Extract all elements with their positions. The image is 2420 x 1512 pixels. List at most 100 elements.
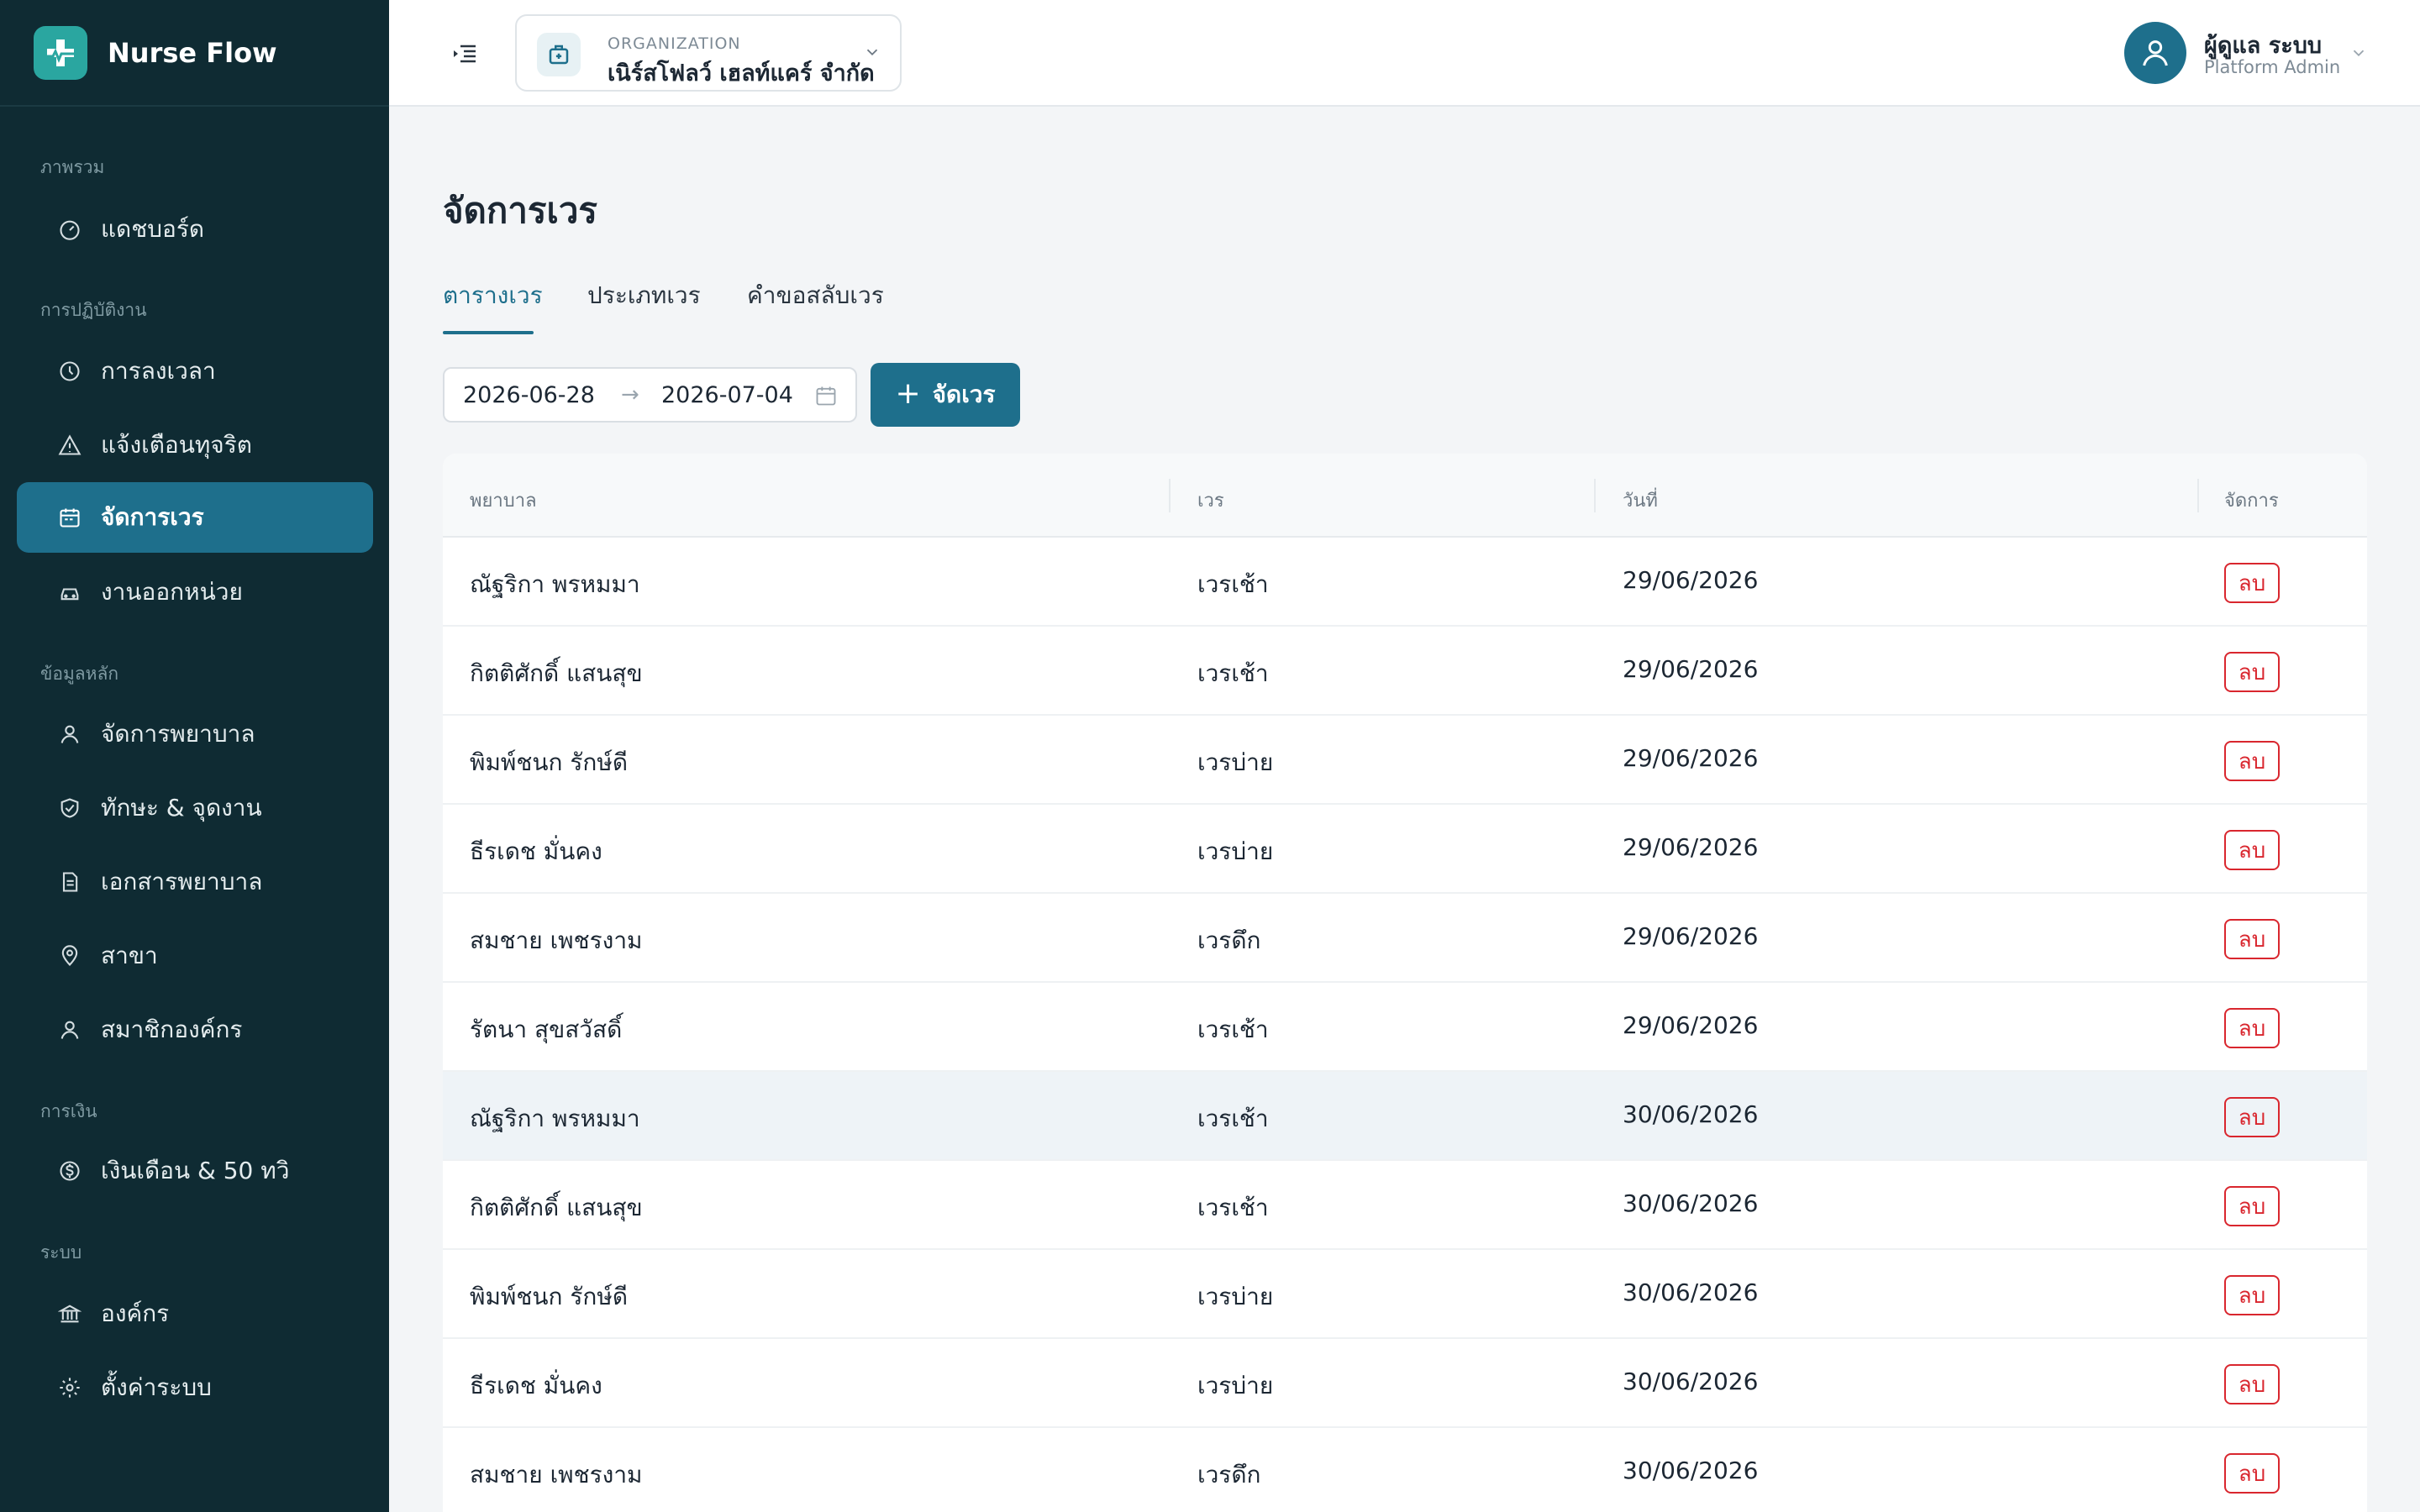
sidebar-item-label: สาขา [101,942,158,969]
date-cell: 29/06/2026 [1623,744,1759,772]
table-row[interactable]: ณัฐริกา พรหมมา เวรเช้า 29/06/2026 ลบ [443,538,2367,627]
shift-cell: เวรเช้า [1197,1016,1269,1043]
avatar[interactable] [2124,22,2186,84]
user-icon [2143,40,2168,66]
date-start-input[interactable]: 2026-06-28 [463,382,595,408]
calendar-icon [57,505,82,530]
sidebar-item-branches[interactable]: สาขา [17,921,373,991]
shift-cell: เวรดึก [1197,1461,1261,1488]
shift-cell: เวรเช้า [1197,659,1269,687]
sidebar-item-nurse-management[interactable]: จัดการพยาบาล [17,699,373,769]
tab-label: ประเภทเวร [587,281,701,309]
map-pin-icon [57,943,82,969]
sidebar-item-field-work[interactable]: งานออกหน่วย [17,557,373,627]
car-icon [57,580,82,605]
table-row[interactable]: ณัฐริกา พรหมมา เวรเช้า 30/06/2026 ลบ [443,1072,2367,1161]
shift-cell: เวรเช้า [1197,1194,1269,1221]
delete-button[interactable]: ลบ [2224,741,2280,781]
sidebar-item-label: ทักษะ & จุดงาน [101,794,262,822]
organization-switcher[interactable]: ORGANIZATION เนิร์สโฟลว์ เฮลท์แคร์ จำกัด [515,14,902,92]
tab-shift-types[interactable]: ประเภทเวร [587,277,701,336]
table-row[interactable]: กิตติศักดิ์ แสนสุข เวรเช้า 30/06/2026 ลบ [443,1161,2367,1250]
date-cell: 30/06/2026 [1623,1368,1759,1395]
column-header-shift[interactable]: เวร [1197,486,1224,515]
nurse-name-cell: พิมพ์ชนก รักษ์ดี [470,1283,629,1310]
nurse-user-icon [57,722,82,747]
sidebar-item-label: จัดการพยาบาล [101,720,255,748]
delete-button[interactable]: ลบ [2224,919,2280,959]
brand-name: Nurse Flow [108,36,277,69]
table-row[interactable]: รัตนา สุขสวัสดิ์ เวรเช้า 29/06/2026 ลบ [443,983,2367,1072]
delete-button[interactable]: ลบ [2224,1186,2280,1226]
sidebar-item-org-members[interactable]: สมาชิกองค์กร [17,995,373,1065]
tab-label: ตารางเวร [443,281,543,309]
date-cell: 29/06/2026 [1623,655,1759,683]
column-divider [2197,479,2199,512]
tab-label: คำขอสลับเวร [747,281,884,309]
org-label: ORGANIZATION [608,34,741,53]
date-cell: 29/06/2026 [1623,922,1759,950]
user-role: Platform Admin [2204,57,2341,77]
sidebar-item-shift-management[interactable]: จัดการเวร [17,482,373,553]
sidebar: Nurse Flow ภาพรวม การปฏิบัติงาน ข้อมูลหล… [0,0,389,1512]
sidebar-item-payroll[interactable]: เงินเดือน & 50 ทวิ [17,1136,373,1206]
shield-check-icon [57,795,82,821]
clock-icon [57,359,82,384]
delete-button[interactable]: ลบ [2224,1364,2280,1404]
table-row[interactable]: กิตติศักดิ์ แสนสุข เวรเช้า 29/06/2026 ลบ [443,627,2367,716]
table-row[interactable]: ธีรเดช มั่นคง เวรบ่าย 30/06/2026 ลบ [443,1339,2367,1428]
nurse-name-cell: ณัฐริกา พรหมมา [470,1105,640,1132]
sidebar-item-organization[interactable]: องค์กร [17,1278,373,1349]
table-row[interactable]: สมชาย เพชรงาม เวรดึก 30/06/2026 ลบ [443,1428,2367,1512]
sidebar-item-time-attendance[interactable]: การลงเวลา [17,336,373,407]
bank-building-icon [57,1301,82,1326]
column-divider [1169,479,1171,512]
date-end-input[interactable]: 2026-07-04 [661,382,793,408]
nurse-name-cell: กิตติศักดิ์ แสนสุข [470,1194,643,1221]
delete-button[interactable]: ลบ [2224,1275,2280,1315]
add-shift-button[interactable]: + จัดเวร [871,363,1020,427]
table-row[interactable]: พิมพ์ชนก รักษ์ดี เวรบ่าย 30/06/2026 ลบ [443,1250,2367,1339]
delete-button[interactable]: ลบ [2224,563,2280,603]
topbar: ORGANIZATION เนิร์สโฟลว์ เฮลท์แคร์ จำกัด… [389,0,2420,107]
tab-active-indicator [443,331,534,334]
sidebar-item-label: จัดการเวร [101,503,204,531]
nurse-name-cell: กิตติศักดิ์ แสนสุข [470,659,643,687]
tab-shift-schedule[interactable]: ตารางเวร [443,277,543,336]
delete-button[interactable]: ลบ [2224,1453,2280,1494]
tab-swap-requests[interactable]: คำขอสลับเวร [747,277,884,336]
nurse-name-cell: สมชาย เพชรงาม [470,927,643,954]
add-shift-label: จัดเวร [932,381,996,408]
table-row[interactable]: สมชาย เพชรงาม เวรดึก 29/06/2026 ลบ [443,894,2367,983]
delete-button[interactable]: ลบ [2224,652,2280,692]
date-cell: 29/06/2026 [1623,1011,1759,1039]
shift-cell: เวรเช้า [1197,1105,1269,1132]
date-cell: 29/06/2026 [1623,566,1759,594]
sidebar-item-skills-stations[interactable]: ทักษะ & จุดงาน [17,773,373,843]
menu-toggle-button[interactable] [448,37,481,71]
document-icon [57,869,82,895]
chevron-down-icon[interactable] [2349,44,2368,62]
table-header: พยาบาล เวร วันที่ จัดการ [443,454,2367,538]
brand[interactable]: Nurse Flow [0,0,389,107]
column-header-date[interactable]: วันที่ [1623,486,1658,515]
sidebar-item-settings[interactable]: ตั้งค่าระบบ [17,1352,373,1423]
table-row[interactable]: ธีรเดช มั่นคง เวรบ่าย 29/06/2026 ลบ [443,805,2367,894]
sidebar-item-fraud-alerts[interactable]: แจ้งเตือนทุจริต [17,410,373,480]
sidebar-item-label: เงินเดือน & 50 ทวิ [101,1157,290,1184]
sidebar-item-dashboard[interactable]: แดชบอร์ด [17,194,373,265]
column-header-nurse[interactable]: พยาบาล [470,486,537,515]
date-range-picker[interactable]: 2026-06-28 → 2026-07-04 [443,367,857,423]
shift-cell: เวรบ่าย [1197,837,1274,865]
chevron-down-icon [866,49,878,56]
table-row[interactable]: พิมพ์ชนก รักษ์ดี เวรบ่าย 29/06/2026 ลบ [443,716,2367,805]
dollar-circle-icon [57,1158,82,1184]
page-title: จัดการเวร [443,190,597,231]
nurse-name-cell: ธีรเดช มั่นคง [470,837,602,865]
delete-button[interactable]: ลบ [2224,1008,2280,1048]
sidebar-item-nurse-documents[interactable]: เอกสารพยาบาล [17,847,373,917]
plus-icon: + [895,375,921,411]
delete-button[interactable]: ลบ [2224,830,2280,870]
shift-cell: เวรบ่าย [1197,1372,1274,1399]
delete-button[interactable]: ลบ [2224,1097,2280,1137]
